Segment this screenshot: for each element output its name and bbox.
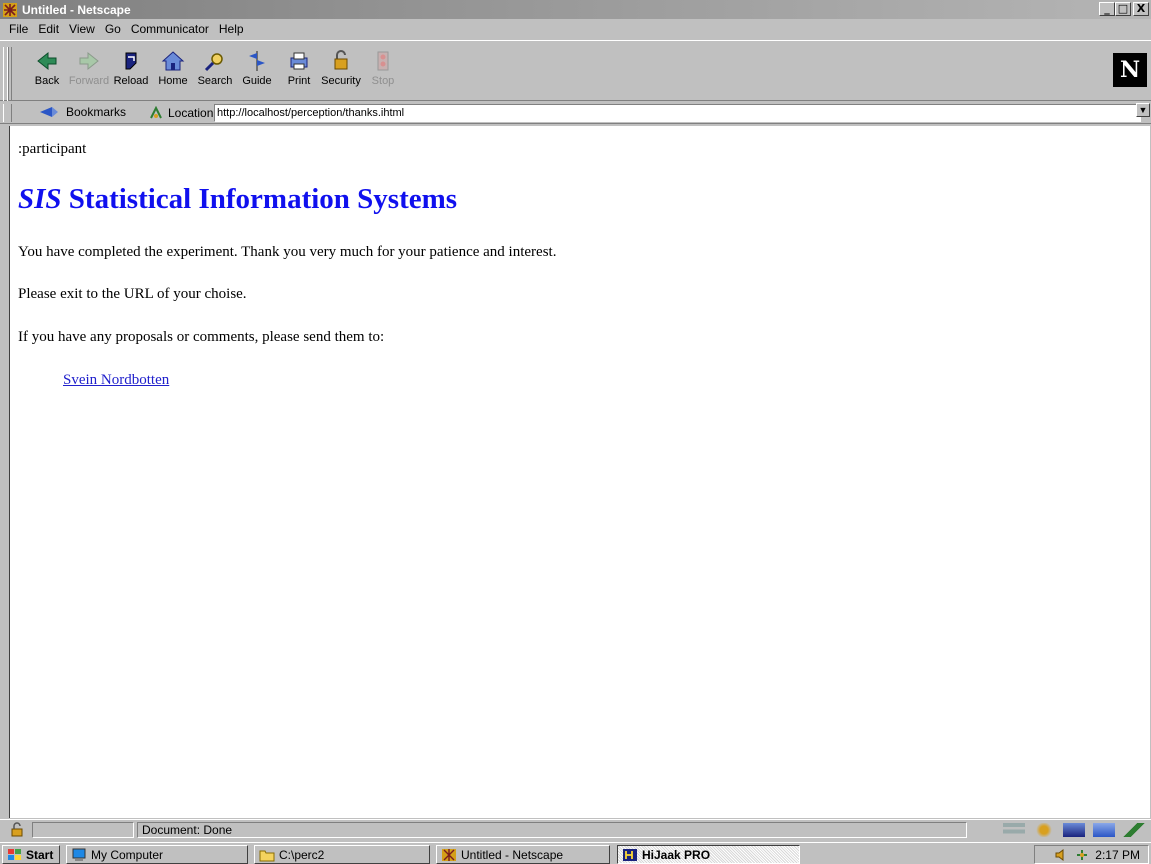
status-text: Document: Done [137, 822, 967, 838]
menu-communicator[interactable]: Communicator [126, 22, 214, 36]
search-label: Search [197, 75, 233, 87]
back-arrow-icon [37, 51, 57, 71]
netscape-task-icon [442, 848, 456, 861]
participant-text: :participant [18, 141, 87, 157]
menu-file[interactable]: File [4, 22, 33, 36]
stop-icon [377, 51, 389, 71]
task-label: C:\perc2 [279, 847, 325, 862]
security-label: Security [321, 75, 361, 87]
bookmarks-label: Bookmarks [66, 105, 127, 119]
newsgroup-icon[interactable] [1093, 823, 1115, 837]
menu-edit[interactable]: Edit [33, 22, 64, 36]
netscape-app-icon [3, 2, 17, 17]
print-label: Print [287, 75, 311, 87]
forward-arrow-icon [79, 51, 99, 71]
volume-icon[interactable] [1055, 848, 1069, 861]
menu-go[interactable]: Go [100, 22, 126, 36]
mail-icon[interactable] [1063, 823, 1085, 837]
contact-prompt: If you have any proposals or comments, p… [18, 329, 385, 345]
location-url-input[interactable]: http://localhost/perception/thanks.ihtml [214, 104, 1141, 122]
toolbar-grip[interactable] [3, 47, 12, 101]
print-icon [290, 52, 308, 70]
maximize-button[interactable]: □ [1115, 2, 1131, 16]
task-hijaak-pro[interactable]: HiJaak PRO [617, 845, 800, 864]
contact-link[interactable]: Svein Nordbotten [63, 372, 169, 389]
menu-view[interactable]: View [64, 22, 100, 36]
reload-button[interactable]: Reload [110, 49, 152, 87]
stop-button: Stop [362, 49, 404, 87]
stop-label: Stop [371, 75, 395, 87]
bookmarks-button[interactable]: Bookmarks [38, 105, 126, 119]
guide-label: Guide [242, 75, 272, 87]
status-bar: Document: Done [0, 819, 1151, 839]
heading-title: Statistical Information Systems [61, 183, 458, 215]
task-label: Untitled - Netscape [461, 847, 564, 862]
windows-logo-icon [8, 848, 21, 860]
lock-icon [334, 50, 348, 70]
location-toolbar: Bookmarks Location: http://localhost/per… [0, 102, 1151, 124]
url-history-dropdown-button[interactable]: ▼ [1136, 103, 1150, 117]
location-grip[interactable] [3, 104, 12, 122]
computer-icon [72, 848, 86, 861]
location-label: Location: [168, 106, 217, 120]
taskbar: Start My Computer C:\perc2 Untitled - Ne… [0, 842, 1151, 864]
print-button[interactable]: Print [278, 49, 320, 87]
composer-icon[interactable] [1123, 823, 1145, 837]
location-label-group: Location: [148, 106, 217, 120]
title-bar: Untitled - Netscape _ □ X [0, 0, 1151, 19]
task-netscape[interactable]: Untitled - Netscape [436, 845, 610, 864]
network-icon[interactable] [1075, 849, 1089, 861]
page-content: :participant SIS Statistical Information… [9, 126, 1150, 818]
task-label: My Computer [91, 847, 164, 862]
hijaak-icon [623, 848, 637, 861]
task-my-computer[interactable]: My Computer [66, 845, 248, 864]
task-folder-perc2[interactable]: C:\perc2 [254, 845, 430, 864]
guide-button[interactable]: Guide [236, 49, 278, 87]
forward-label: Forward [68, 75, 110, 87]
heading-abbreviation: SIS [18, 183, 62, 215]
back-label: Back [34, 75, 60, 87]
search-icon [204, 53, 223, 72]
clock[interactable]: 2:17 PM [1095, 848, 1140, 862]
home-label: Home [158, 75, 188, 87]
bookmarks-icon [40, 107, 58, 117]
exit-instruction: Please exit to the URL of your choise. [18, 286, 247, 302]
search-button[interactable]: Search [194, 49, 236, 87]
task-label: HiJaak PRO [642, 847, 711, 862]
page-heading: SIS Statistical Information Systems [18, 183, 457, 216]
close-button[interactable]: X [1133, 2, 1149, 16]
window-title: Untitled - Netscape [22, 2, 131, 17]
start-button[interactable]: Start [2, 845, 60, 864]
security-button[interactable]: Security [320, 49, 362, 87]
netscape-logo[interactable]: N [1113, 53, 1147, 87]
guide-icon [249, 51, 265, 71]
minimize-button[interactable]: _ [1099, 2, 1115, 16]
component-bar [1003, 823, 1145, 837]
home-icon [161, 51, 185, 71]
netscape-icon[interactable] [1033, 823, 1055, 837]
reload-label: Reload [113, 75, 149, 87]
menu-bar: File Edit View Go Communicator Help [0, 20, 1151, 38]
security-status-icon[interactable] [9, 822, 25, 838]
menu-help[interactable]: Help [214, 22, 249, 36]
navigator-icon[interactable] [1003, 823, 1025, 837]
system-tray: 2:17 PM [1034, 845, 1149, 864]
navigation-toolbar: Back Forward Reload Home Search Guide Pr… [0, 40, 1151, 101]
home-button[interactable]: Home [152, 49, 194, 87]
forward-button: Forward [68, 49, 110, 87]
reload-icon [125, 52, 137, 70]
folder-icon [259, 850, 275, 861]
start-label: Start [26, 847, 54, 862]
back-button[interactable]: Back [26, 49, 68, 87]
page-proxy-icon[interactable] [148, 106, 164, 120]
completion-message: You have completed the experiment. Thank… [18, 244, 557, 260]
progress-box [32, 822, 134, 838]
